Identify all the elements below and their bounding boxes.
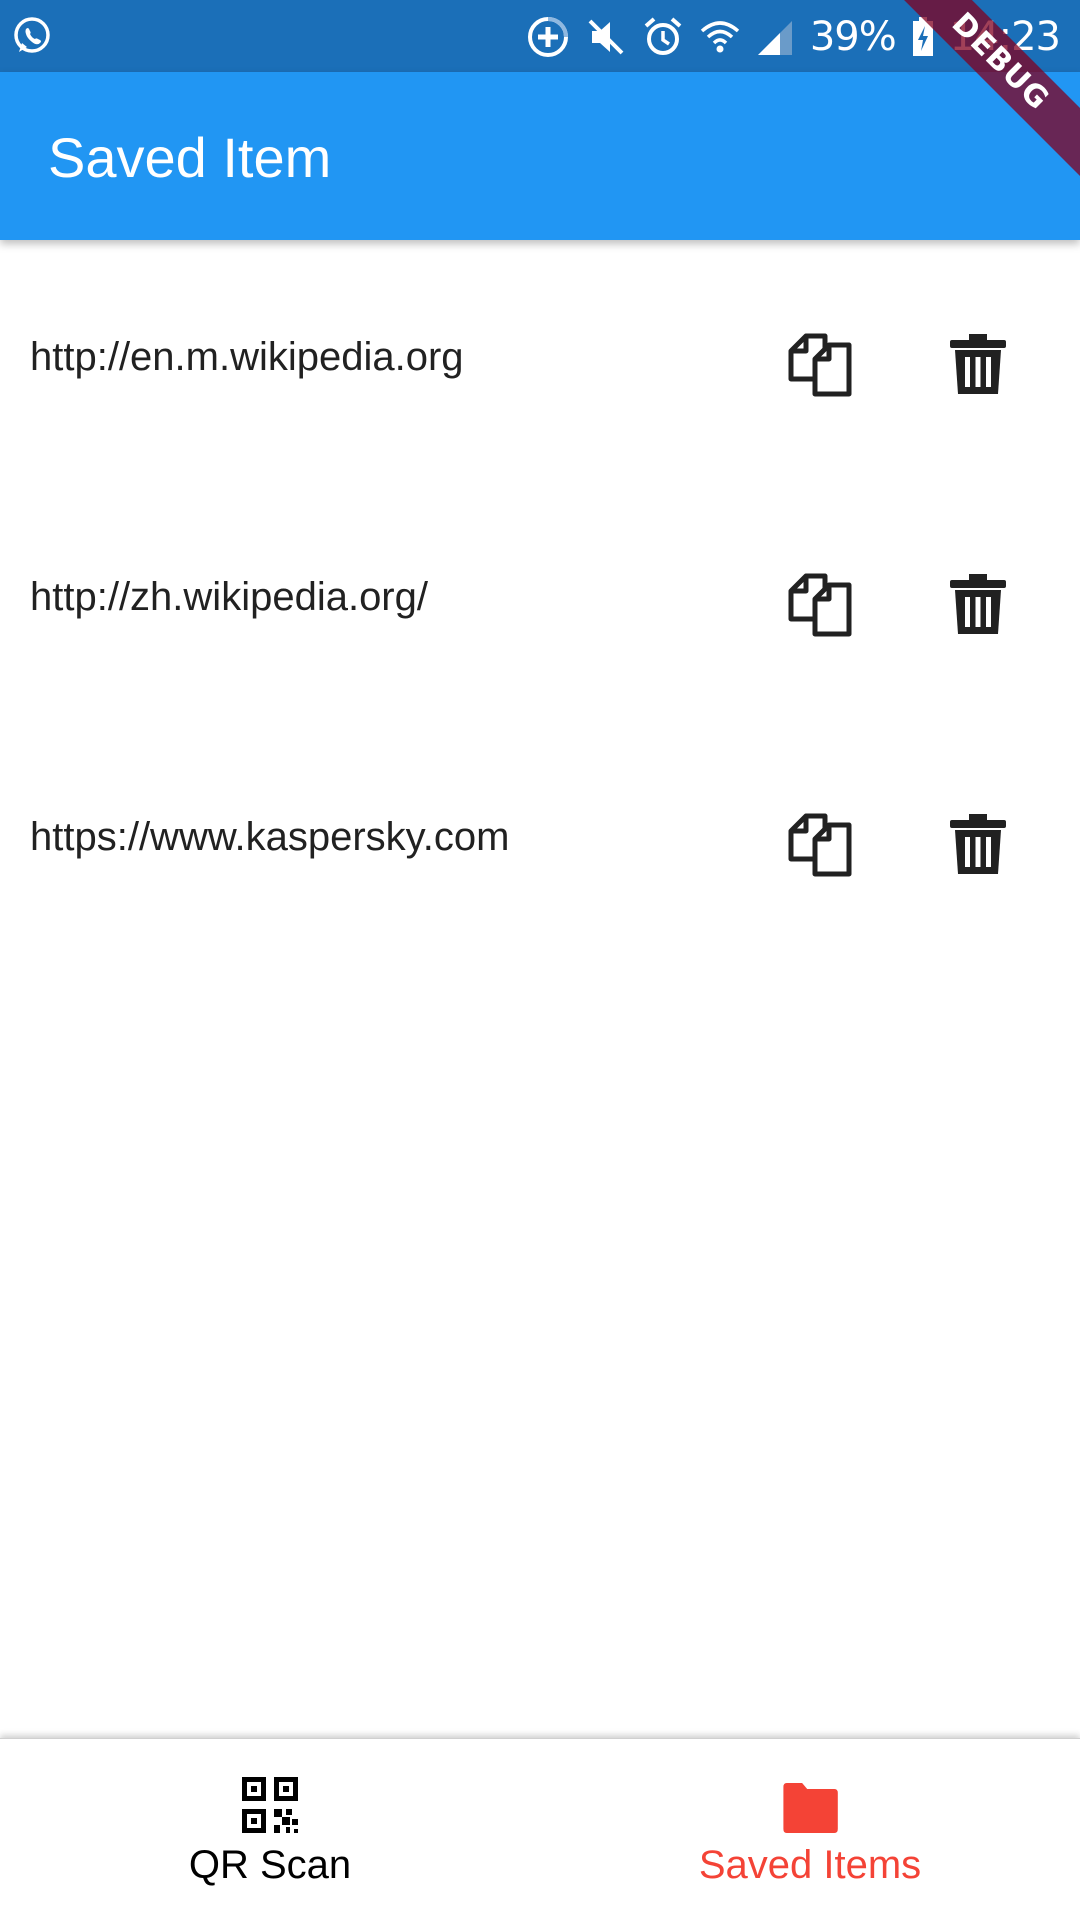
tab-label: QR Scan bbox=[188, 1843, 352, 1887]
app-bar: Saved Item bbox=[0, 72, 1080, 240]
page-title: Saved Item bbox=[48, 126, 332, 189]
copy-button[interactable] bbox=[779, 800, 863, 884]
list-item: http://en.m.wikipedia.org bbox=[0, 240, 1080, 480]
wifi-icon bbox=[700, 21, 739, 53]
copy-icon bbox=[788, 813, 852, 877]
folder-icon bbox=[783, 1783, 838, 1833]
delete-button[interactable] bbox=[936, 560, 1020, 644]
list-item: http://zh.wikipedia.org/ bbox=[0, 480, 1080, 720]
copy-button[interactable] bbox=[779, 320, 863, 404]
delete-button[interactable] bbox=[936, 320, 1020, 404]
data-saver-icon bbox=[527, 17, 568, 57]
tab-qr-scan[interactable]: QR Scan bbox=[0, 1739, 540, 1920]
item-url: http://zh.wikipedia.org/ bbox=[30, 575, 428, 619]
alarm-icon bbox=[644, 17, 682, 55]
tab-label: Saved Items bbox=[698, 1843, 922, 1887]
battery-percentage: 39% bbox=[809, 14, 897, 60]
copy-icon bbox=[788, 573, 852, 637]
delete-icon bbox=[950, 814, 1006, 874]
qr-code-icon bbox=[242, 1777, 298, 1833]
copy-icon bbox=[788, 333, 852, 397]
app-screen: 39% 14:23 Saved Item DEBUG http://en.m.w… bbox=[0, 0, 1080, 1920]
item-url: https://www.kaspersky.com bbox=[30, 815, 510, 859]
mute-icon bbox=[588, 19, 624, 55]
signal-icon bbox=[757, 21, 792, 55]
tab-saved-items[interactable]: Saved Items bbox=[540, 1739, 1080, 1920]
delete-icon bbox=[950, 574, 1006, 634]
saved-items-list: http://en.m.wikipedia.org http://zh.wiki… bbox=[0, 240, 1080, 960]
whatsapp-icon bbox=[14, 17, 50, 53]
delete-icon bbox=[950, 334, 1006, 394]
list-item: https://www.kaspersky.com bbox=[0, 720, 1080, 960]
item-url: http://en.m.wikipedia.org bbox=[30, 335, 464, 379]
delete-button[interactable] bbox=[936, 800, 1020, 884]
copy-button[interactable] bbox=[779, 560, 863, 644]
bottom-navigation: QR Scan Saved Items bbox=[0, 1738, 1080, 1920]
